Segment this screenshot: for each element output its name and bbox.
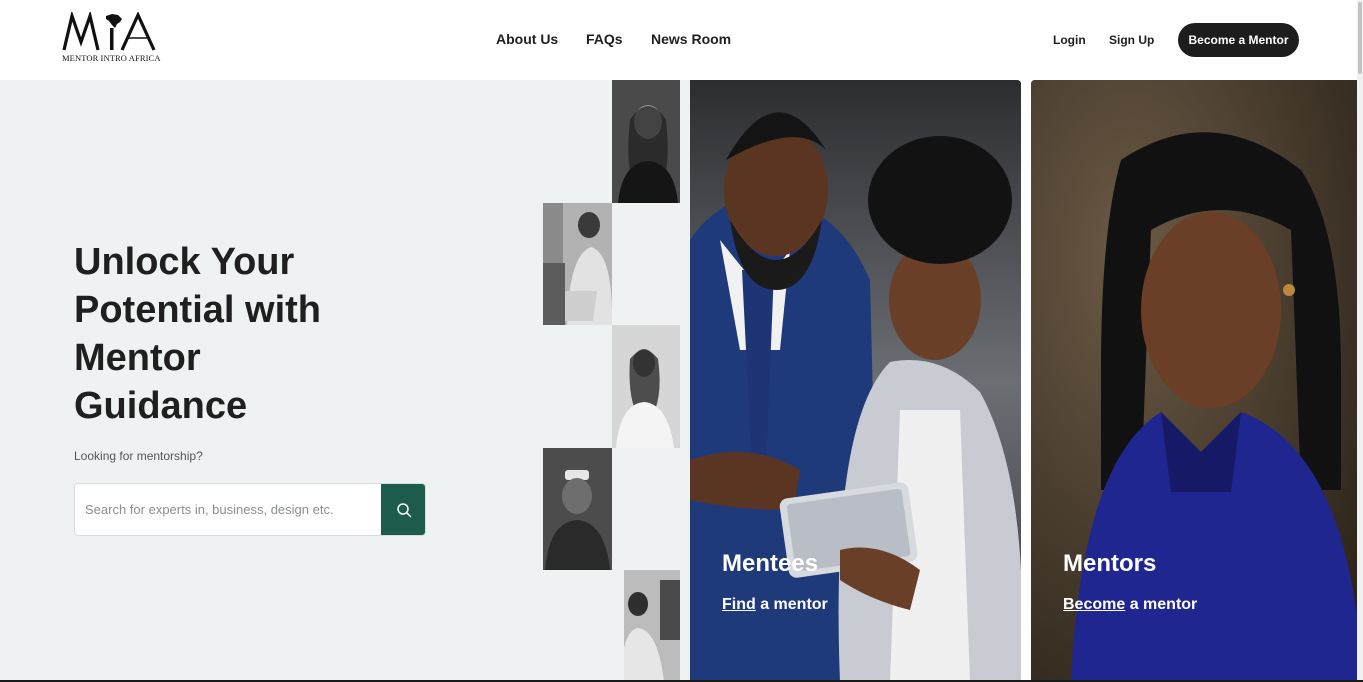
become-mentor-link[interactable]: Become a mentor <box>1063 596 1197 614</box>
headline-line: Unlock Your <box>74 241 295 283</box>
search-button[interactable] <box>381 484 425 535</box>
search-icon <box>397 502 412 517</box>
signup-link[interactable]: Sign Up <box>1109 33 1154 47</box>
search-bar <box>74 483 426 536</box>
search-input[interactable] <box>75 484 381 535</box>
mentor-photo-thumbnail <box>543 448 612 570</box>
nav-about-us[interactable]: About Us <box>496 31 558 47</box>
nav-news-room[interactable]: News Room <box>651 31 731 47</box>
hero-headline: Unlock Your Potential with Mentor Guidan… <box>74 238 394 430</box>
mentees-card[interactable]: Mentees Find a mentor <box>690 80 1021 682</box>
become-mentor-button[interactable]: Become a Mentor <box>1178 23 1299 57</box>
nav-faqs[interactable]: FAQs <box>586 31 623 47</box>
become-mentor-link-underlined[interactable]: Become <box>1063 596 1125 613</box>
login-link[interactable]: Login <box>1053 33 1086 47</box>
mentors-card[interactable]: Mentors Become a mentor <box>1031 80 1363 682</box>
site-header: MENTOR INTRO AFRICA About Us FAQs News R… <box>0 0 1363 80</box>
hero-subtext: Looking for mentorship? <box>74 449 203 463</box>
logo-mark-icon <box>62 12 156 51</box>
find-mentor-link-underlined[interactable]: Find <box>722 596 756 613</box>
headline-line: Potential with <box>74 289 321 331</box>
mentor-photo-thumbnail <box>612 80 680 203</box>
mentors-title: Mentors <box>1063 550 1157 577</box>
mentors-photo <box>1031 80 1363 682</box>
find-mentor-link-rest: a mentor <box>755 596 828 613</box>
mentees-title: Mentees <box>722 550 819 577</box>
find-mentor-link[interactable]: Find a mentor <box>722 596 828 614</box>
logo-subtext: MENTOR INTRO AFRICA <box>62 53 161 63</box>
mentor-photo-thumbnail <box>624 570 680 682</box>
scrollbar-thumb[interactable] <box>1358 2 1362 74</box>
headline-line: Mentor <box>74 337 201 379</box>
scrollbar-track[interactable] <box>1357 0 1363 682</box>
logo[interactable]: MENTOR INTRO AFRICA <box>62 12 166 64</box>
become-mentor-link-rest: a mentor <box>1125 596 1198 613</box>
mentor-photo-thumbnail <box>612 325 680 448</box>
headline-line: Guidance <box>74 385 248 427</box>
mentees-photo <box>690 80 1021 682</box>
mentor-photo-thumbnail <box>543 203 612 325</box>
page: MENTOR INTRO AFRICA About Us FAQs News R… <box>0 0 1363 682</box>
